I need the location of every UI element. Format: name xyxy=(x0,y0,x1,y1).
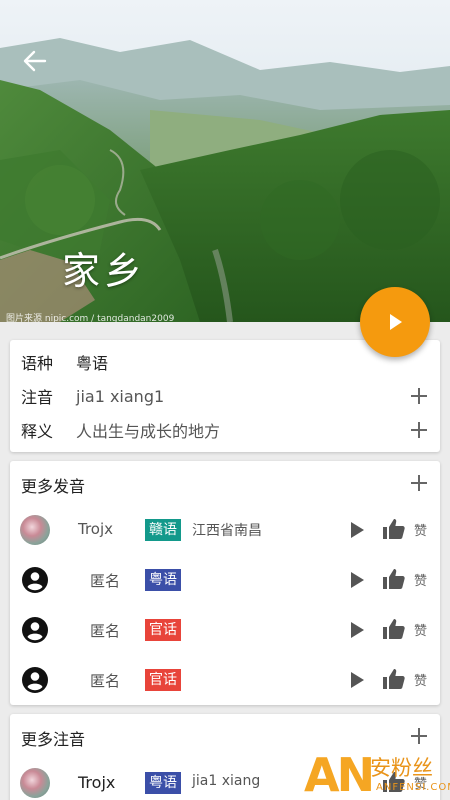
user-name: 匿名 xyxy=(90,672,121,690)
anonymous-avatar-icon[interactable] xyxy=(20,665,50,695)
section-title: 更多发音 xyxy=(21,477,86,496)
add-phonetic-icon[interactable] xyxy=(410,387,428,405)
play-icon[interactable] xyxy=(346,669,368,691)
brand-name-cn: 安粉丝 xyxy=(370,756,433,780)
dialect-tag: 粤语 xyxy=(145,772,181,794)
section-title: 更多注音 xyxy=(21,730,86,749)
anonymous-avatar-icon[interactable] xyxy=(20,565,50,595)
play-icon[interactable] xyxy=(346,519,368,541)
dialect-value: 粤语 xyxy=(76,354,109,373)
dialect-tag: 赣语 xyxy=(145,519,181,541)
user-name: 匿名 xyxy=(90,572,121,590)
word-info-card: 语种 粤语 注音 jia1 xiang1 释义 人出生与成长的地方 xyxy=(10,340,440,452)
thumbs-up-icon[interactable] xyxy=(382,517,406,541)
anonymous-avatar-icon[interactable] xyxy=(20,615,50,645)
add-meaning-icon[interactable] xyxy=(410,421,428,439)
phonetic-text: jia1 xiang xyxy=(192,773,261,789)
brand-name-en: ANFENSI.COM xyxy=(376,782,450,793)
play-icon xyxy=(390,314,402,330)
user-name: Trojx xyxy=(78,520,114,538)
list-item[interactable]: 匿名 官话 赞 xyxy=(10,655,440,705)
thumbs-up-icon[interactable] xyxy=(382,667,406,691)
back-arrow-icon[interactable] xyxy=(18,46,52,76)
meaning-label: 释义 xyxy=(21,422,54,441)
user-name: 匿名 xyxy=(90,622,121,640)
dialect-label: 语种 xyxy=(21,354,54,373)
list-item[interactable]: Trojx 赣语 江西省南昌 赞 xyxy=(10,505,440,555)
list-item[interactable]: 匿名 官话 赞 xyxy=(10,605,440,655)
avatar[interactable] xyxy=(20,515,50,545)
brand-mark: AN xyxy=(304,748,375,800)
add-phonetic-variant-icon[interactable] xyxy=(410,727,428,745)
play-icon[interactable] xyxy=(346,619,368,641)
hero-banner: 家乡 图片来源 nipic.com / tangdandan2009 xyxy=(0,0,450,322)
dialect-tag: 官话 xyxy=(145,669,181,691)
dialect-tag: 粤语 xyxy=(145,569,181,591)
more-pronunciations-card: 更多发音 Trojx 赣语 江西省南昌 赞 匿名 粤语 赞 匿名 官话 赞 匿名… xyxy=(10,461,440,705)
add-pronunciation-icon[interactable] xyxy=(410,474,428,492)
play-icon[interactable] xyxy=(346,569,368,591)
phonetic-row: 注音 jia1 xiang1 xyxy=(10,379,440,413)
like-label: 赞 xyxy=(414,574,428,589)
phonetic-label: 注音 xyxy=(21,388,54,407)
thumbs-up-icon[interactable] xyxy=(382,617,406,641)
list-item[interactable]: 匿名 粤语 赞 xyxy=(10,555,440,605)
thumbs-up-icon[interactable] xyxy=(382,567,406,591)
meaning-row: 释义 人出生与成长的地方 xyxy=(10,413,440,447)
region-text: 江西省南昌 xyxy=(192,523,262,539)
like-label: 赞 xyxy=(414,624,428,639)
word-title: 家乡 xyxy=(62,249,147,293)
brand-watermark-logo: AN 安粉丝 ANFENSI.COM xyxy=(300,748,450,800)
avatar[interactable] xyxy=(20,768,50,798)
meaning-value: 人出生与成长的地方 xyxy=(76,422,221,441)
play-button[interactable] xyxy=(360,287,430,357)
image-credit: 图片来源 nipic.com / tangdandan2009 xyxy=(6,314,175,322)
like-label: 赞 xyxy=(414,524,428,539)
dialect-tag: 官话 xyxy=(145,619,181,641)
phonetic-value: jia1 xiang1 xyxy=(76,386,165,406)
like-label: 赞 xyxy=(414,674,428,689)
user-name: Trojx xyxy=(78,773,116,792)
